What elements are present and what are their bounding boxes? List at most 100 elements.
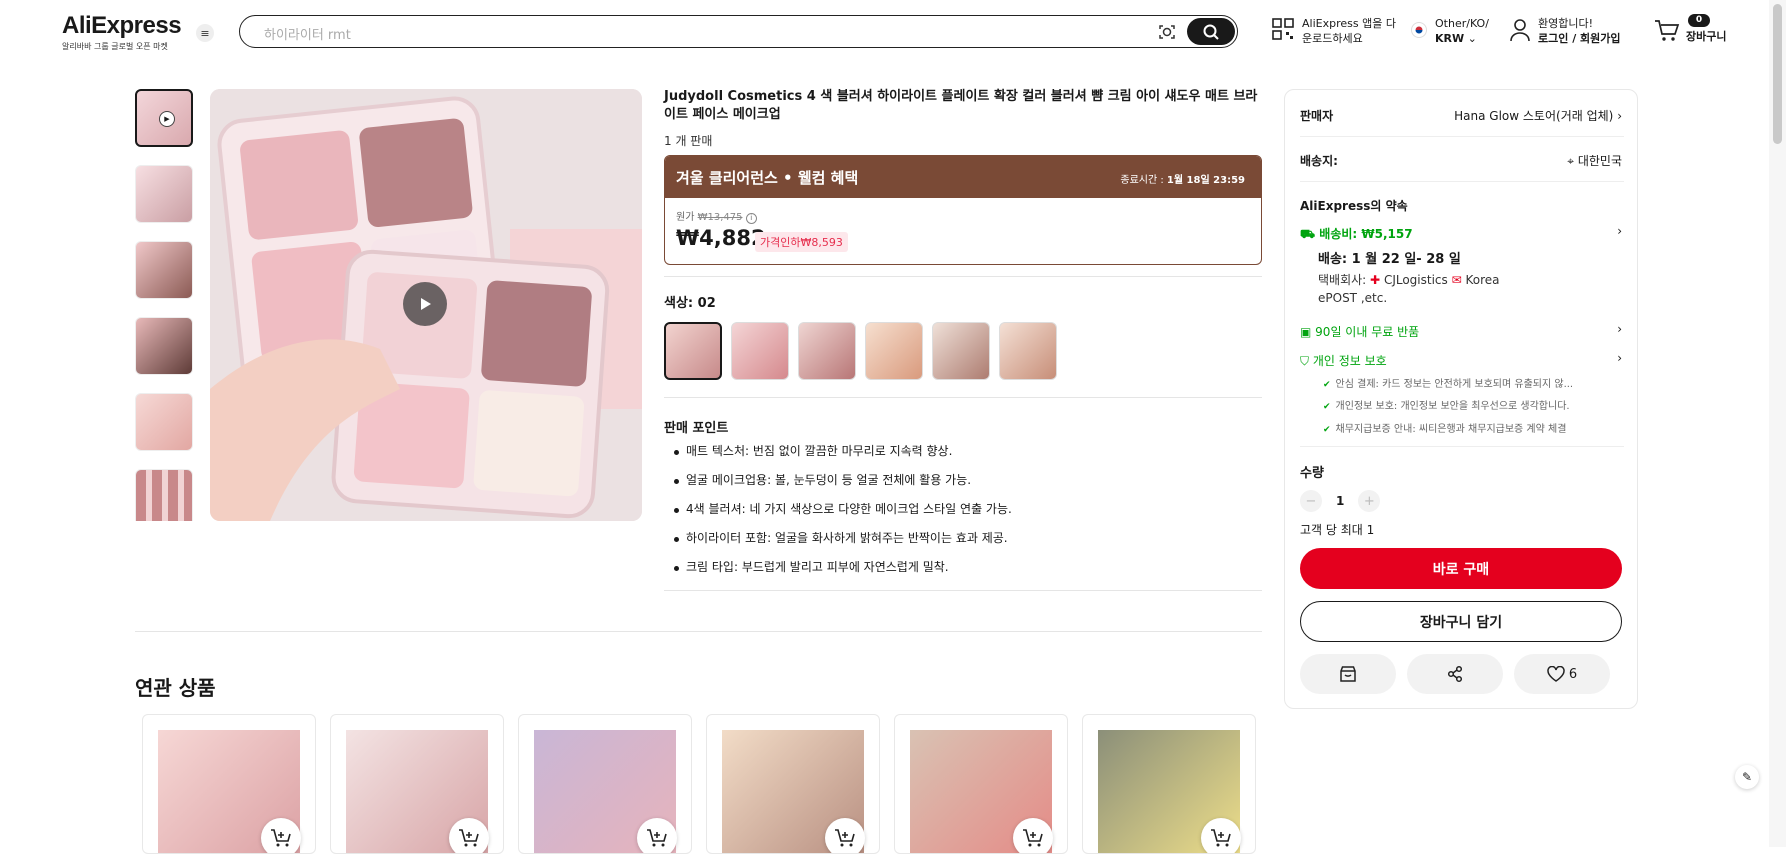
chevron-right-icon[interactable]: › (1617, 224, 1622, 238)
promo-banner: 겨울 클리어런스 • 웰컴 혜택 종료시간 : 1월 18일 23:59 (665, 156, 1261, 198)
search-bar[interactable]: 하이라이터 rmt (239, 15, 1238, 48)
divider (1300, 446, 1624, 447)
image-search-icon[interactable] (1157, 22, 1177, 42)
header: AliExpress 알리바바 그룹 글로벌 오픈 마켓 ≡ 하이라이터 rmt… (0, 0, 1786, 62)
shipping-fee-row[interactable]: ⛟ 배송비: ₩5,157 (1300, 225, 1413, 243)
page-scrollbar[interactable] (1769, 0, 1786, 847)
add-to-cart-button[interactable]: 장바구니 담기 (1300, 601, 1622, 642)
selling-point: 4색 블러셔: 네 가지 색상으로 다양한 메이크업 스타일 연출 가능. (672, 501, 1012, 518)
cart-label[interactable]: 장바구니 (1686, 29, 1726, 44)
account-link[interactable]: 환영합니다! 로그인 / 회원가입 (1538, 16, 1621, 46)
returns-text: 90일 이내 무료 반품 (1315, 325, 1420, 339)
add-to-cart-icon[interactable] (449, 818, 489, 853)
carrier-more: ePOST ,etc. (1318, 291, 1388, 305)
color-swatch[interactable] (999, 322, 1057, 380)
seller-label: 판매자 (1300, 109, 1334, 123)
quantity-increase-button[interactable]: + (1358, 490, 1381, 512)
quantity-stepper: − 1 + (1300, 490, 1381, 512)
seller-name: Hana Glow 스토어(거래 업체) (1454, 109, 1614, 123)
seller-link[interactable]: Hana Glow 스토어(거래 업체) › (1454, 107, 1622, 124)
app-line2: 운로드하세요 (1302, 32, 1363, 45)
buy-now-button[interactable]: 바로 구매 (1300, 548, 1622, 589)
action-buttons: 6 (1300, 654, 1610, 694)
search-button[interactable] (1187, 18, 1235, 45)
thumbnail-image[interactable] (135, 241, 193, 299)
related-product-card[interactable] (706, 714, 880, 854)
promo-title: 겨울 클리어런스 • 웰컴 혜택 (676, 169, 859, 187)
region-currency: KRW (1435, 32, 1465, 45)
login-link[interactable]: 로그인 / 회원가입 (1538, 32, 1621, 45)
store-icon (1340, 666, 1356, 682)
edit-icon[interactable]: ✎ (1735, 765, 1759, 789)
search-input[interactable]: 하이라이터 rmt (264, 24, 351, 43)
color-swatch[interactable] (664, 322, 722, 380)
ship-to-country: 대한민국 (1577, 154, 1622, 168)
thumbnail-image[interactable] (135, 165, 193, 223)
main-product-image[interactable] (210, 89, 642, 521)
privacy-item: 채무지급보증 안내: 씨티은행과 채무지급보증 계약 체결 (1323, 420, 1567, 435)
add-to-cart-icon[interactable] (1013, 818, 1053, 853)
color-swatch[interactable] (932, 322, 990, 380)
color-swatch[interactable] (865, 322, 923, 380)
section-divider (135, 631, 1262, 632)
scrollbar-thumb[interactable] (1773, 4, 1782, 144)
quantity-value[interactable]: 1 (1336, 494, 1344, 508)
cart-count-badge: 0 (1688, 14, 1710, 27)
logo-text: AliExpress (62, 12, 182, 39)
add-to-cart-icon[interactable] (637, 818, 677, 853)
returns-row[interactable]: ▣ 90일 이내 무료 반품 (1300, 323, 1419, 340)
region-selector[interactable]: Other/KO/ KRW ⌄ (1435, 16, 1489, 46)
info-icon[interactable]: i (745, 213, 757, 224)
store-button[interactable] (1300, 654, 1396, 694)
video-play-button[interactable] (403, 282, 447, 326)
promo-end-time: 종료시간 : 1월 18일 23:59 (1120, 171, 1245, 186)
cart-icon[interactable] (1654, 18, 1680, 46)
wishlist-button[interactable]: 6 (1514, 654, 1610, 694)
menu-icon[interactable]: ≡ (196, 24, 214, 42)
selling-points-title: 판매 포인트 (664, 421, 729, 436)
selling-point: 얼굴 메이크업용: 볼, 눈두덩이 등 얼굴 전체에 활용 가능. (672, 472, 1012, 489)
divider (1300, 181, 1624, 182)
product-title: Judydoll Cosmetics 4 색 블러셔 하이라이트 플레이트 확장… (664, 89, 1258, 122)
wishlist-count: 6 (1568, 666, 1578, 682)
promo-end-value: 1월 18일 23:59 (1166, 175, 1245, 186)
original-price-line: 원가 ₩13,475 i (676, 208, 757, 224)
color-swatches (664, 322, 1057, 380)
original-price: ₩13,475 (697, 212, 743, 223)
color-swatch[interactable] (731, 322, 789, 380)
quantity-decrease-button[interactable]: − (1300, 490, 1322, 512)
color-swatch[interactable] (798, 322, 856, 380)
app-download-link[interactable]: AliExpress 앱을 다 운로드하세요 (1302, 16, 1396, 46)
divider (664, 590, 1262, 591)
divider (664, 397, 1262, 398)
korea-flag-icon (1411, 22, 1427, 42)
shield-icon: ⛉ (1300, 354, 1310, 368)
qr-icon[interactable] (1271, 17, 1295, 45)
related-product-card[interactable] (330, 714, 504, 854)
chevron-right-icon[interactable]: › (1617, 351, 1622, 365)
purchase-sidebar: 판매자 Hana Glow 스토어(거래 업체) › 배송지: ⌖ 대한민국 A… (1284, 89, 1638, 709)
selling-points-list: 매트 텍스처: 번짐 없이 깔끔한 마무리로 지속력 향상. 얼굴 메이크업용:… (672, 443, 1012, 588)
chevron-right-icon[interactable]: › (1617, 322, 1622, 336)
return-box-icon: ▣ (1300, 325, 1312, 339)
korea-post-logo-icon: ✉ (1451, 273, 1462, 287)
related-product-card[interactable] (1082, 714, 1256, 854)
share-button[interactable] (1407, 654, 1503, 694)
thumbnail-image[interactable] (135, 469, 193, 521)
thumbnail-video[interactable]: ▶ (135, 89, 193, 147)
related-product-card[interactable] (894, 714, 1068, 854)
add-to-cart-icon[interactable] (825, 818, 865, 853)
related-product-card[interactable] (142, 714, 316, 854)
user-icon[interactable] (1509, 18, 1531, 46)
ship-to-selector[interactable]: ⌖ 대한민국 (1567, 152, 1622, 169)
thumbnail-image[interactable] (135, 393, 193, 451)
add-to-cart-icon[interactable] (1201, 818, 1241, 853)
shipping-fee: 배송비: ₩5,157 (1319, 227, 1413, 241)
heart-icon (1547, 666, 1565, 682)
welcome-text: 환영합니다! (1538, 17, 1594, 30)
add-to-cart-icon[interactable] (261, 818, 301, 853)
related-product-card[interactable] (518, 714, 692, 854)
aliexpress-logo[interactable]: AliExpress 알리바바 그룹 글로벌 오픈 마켓 (62, 12, 182, 52)
thumbnail-image[interactable] (135, 317, 193, 375)
privacy-row[interactable]: ⛉ 개인 정보 보호 (1300, 352, 1387, 369)
